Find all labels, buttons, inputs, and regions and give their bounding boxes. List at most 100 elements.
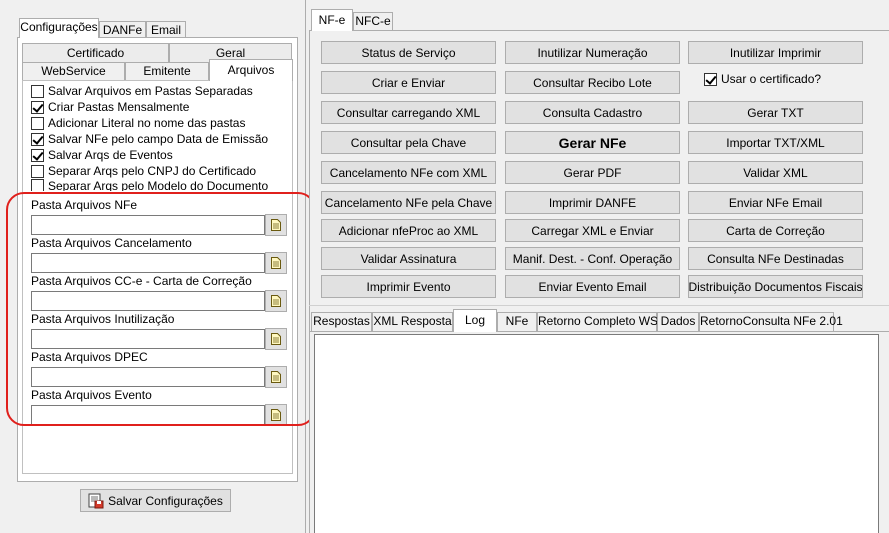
- importar-txt-xml-button[interactable]: Importar TXT/XML: [688, 131, 863, 154]
- cancelamento-nfe-chave-button[interactable]: Cancelamento NFe pela Chave: [321, 191, 496, 214]
- imprimir-evento-button[interactable]: Imprimir Evento: [321, 275, 496, 298]
- checkbox[interactable]: [31, 116, 44, 130]
- save-icon: [88, 493, 104, 508]
- button-label: Consultar carregando XML: [336, 105, 481, 120]
- folder-input-cce[interactable]: [31, 291, 265, 311]
- checkbox-label: Salvar NFe pelo campo Data de Emissão: [48, 132, 269, 146]
- tab-label: Log: [464, 313, 486, 327]
- consultar-carregando-xml-button[interactable]: Consultar carregando XML: [321, 101, 496, 124]
- checkbox-row-cnpj-certificado[interactable]: Separar Arqs pelo CNPJ do Certificado: [31, 163, 256, 179]
- button-label: Distribuição Documentos Fiscais: [688, 279, 863, 294]
- tab-label: Configurações: [20, 20, 98, 34]
- checkbox[interactable]: [31, 84, 44, 98]
- checkbox-row-literal-nome[interactable]: Adicionar Literal no nome das pastas: [31, 115, 245, 131]
- button-label: Gerar NFe: [558, 134, 627, 151]
- enviar-nfe-email-button[interactable]: Enviar NFe Email: [688, 191, 863, 214]
- criar-enviar-button[interactable]: Criar e Enviar: [321, 71, 496, 94]
- validar-xml-button[interactable]: Validar XML: [688, 161, 863, 184]
- tab-label: Geral: [215, 46, 246, 60]
- distribuicao-documentos-button[interactable]: Distribuição Documentos Fiscais: [688, 275, 863, 298]
- checkbox[interactable]: [31, 179, 44, 191]
- button-label: Carregar XML e Enviar: [531, 223, 654, 238]
- button-label: Enviar NFe Email: [728, 195, 823, 210]
- browse-button-cce[interactable]: [265, 290, 287, 312]
- tab-respostas[interactable]: Respostas: [311, 312, 372, 331]
- checkbox[interactable]: [31, 164, 44, 178]
- checkbox-label: Separar Arqs pelo CNPJ do Certificado: [48, 164, 257, 178]
- carregar-xml-enviar-button[interactable]: Carregar XML e Enviar: [505, 219, 680, 242]
- gerar-pdf-button[interactable]: Gerar PDF: [505, 161, 680, 184]
- checkbox[interactable]: [704, 72, 717, 86]
- button-label: Status de Serviço: [361, 45, 456, 60]
- gerar-txt-button[interactable]: Gerar TXT: [688, 101, 863, 124]
- folder-input-cancelamento[interactable]: [31, 253, 265, 273]
- inutilizar-imprimir-button[interactable]: Inutilizar Imprimir: [688, 41, 863, 64]
- tab-retorno-consulta[interactable]: RetornoConsulta NFe 2.01: [699, 312, 843, 331]
- checkbox-label: Salvar Arqs de Eventos: [48, 148, 173, 162]
- browse-button-nfe[interactable]: [265, 214, 287, 236]
- button-label: Consultar Recibo Lote: [533, 75, 652, 90]
- button-label: Consultar pela Chave: [350, 135, 467, 150]
- checkbox-row-data-emissao[interactable]: Salvar NFe pelo campo Data de Emissão: [31, 131, 268, 147]
- cancelamento-nfe-xml-button[interactable]: Cancelamento NFe com XML: [321, 161, 496, 184]
- manif-dest-button[interactable]: Manif. Dest. - Conf. Operação: [505, 247, 680, 270]
- save-configurations-button[interactable]: Salvar Configurações: [80, 489, 231, 512]
- checkbox[interactable]: [31, 132, 44, 146]
- browse-button-cancelamento[interactable]: [265, 252, 287, 274]
- tab-label: NFC-e: [355, 14, 391, 28]
- tab-nfce[interactable]: NFC-e: [353, 12, 393, 31]
- consulta-nfe-destinadas-button[interactable]: Consulta NFe Destinadas: [688, 247, 863, 270]
- subtab-emitente[interactable]: Emitente: [125, 62, 209, 80]
- tab-nfe[interactable]: NF-e: [311, 9, 353, 31]
- usar-certificado-checkbox-row[interactable]: Usar o certificado?: [704, 71, 821, 87]
- document-icon: [271, 257, 281, 269]
- tab-configuracoes[interactable]: Configurações: [19, 18, 99, 38]
- status-servico-button[interactable]: Status de Serviço: [321, 41, 496, 64]
- adicionar-nfeproc-button[interactable]: Adicionar nfeProc ao XML: [321, 219, 496, 242]
- tab-label: NFe: [505, 314, 529, 328]
- tab-label: RetornoConsulta NFe 2.01: [700, 314, 843, 328]
- validar-assinatura-button[interactable]: Validar Assinatura: [321, 247, 496, 270]
- button-label: Consulta NFe Destinadas: [707, 251, 844, 266]
- button-label: Manif. Dest. - Conf. Operação: [512, 251, 673, 266]
- log-textarea[interactable]: [314, 334, 879, 533]
- subtab-arquivos[interactable]: Arquivos: [209, 59, 293, 81]
- tab-label: XML Resposta: [373, 314, 452, 328]
- browse-button-evento[interactable]: [265, 404, 287, 426]
- checkbox-row-modelo-documento[interactable]: Separar Arqs pelo Modelo do Documento: [31, 179, 268, 191]
- tab-danfe[interactable]: DANFe: [99, 21, 146, 38]
- inutilizar-numeracao-button[interactable]: Inutilizar Numeração: [505, 41, 680, 64]
- checkbox-row-pastas-separadas[interactable]: Salvar Arquivos em Pastas Separadas: [31, 83, 253, 99]
- button-label: Gerar TXT: [747, 105, 804, 120]
- button-label: Inutilizar Numeração: [537, 45, 648, 60]
- enviar-evento-email-button[interactable]: Enviar Evento Email: [505, 275, 680, 298]
- folder-input-dpec[interactable]: [31, 367, 265, 387]
- tab-xml-resposta[interactable]: XML Resposta: [372, 312, 453, 331]
- consultar-pela-chave-button[interactable]: Consultar pela Chave: [321, 131, 496, 154]
- browse-button-dpec[interactable]: [265, 366, 287, 388]
- tab-dados[interactable]: Dados: [657, 312, 699, 331]
- button-label: Validar XML: [743, 165, 808, 180]
- checkbox-label: Separar Arqs pelo Modelo do Documento: [48, 179, 269, 191]
- checkbox-row-arqs-eventos[interactable]: Salvar Arqs de Eventos: [31, 147, 173, 163]
- gerar-nfe-button[interactable]: Gerar NFe: [505, 131, 680, 154]
- tab-label: Certificado: [66, 46, 125, 60]
- consultar-recibo-lote-button[interactable]: Consultar Recibo Lote: [505, 71, 680, 94]
- carta-correcao-button[interactable]: Carta de Correção: [688, 219, 863, 242]
- checkbox[interactable]: [31, 100, 44, 114]
- subtab-certificado[interactable]: Certificado: [22, 43, 169, 62]
- consulta-cadastro-button[interactable]: Consulta Cadastro: [505, 101, 680, 124]
- tab-retorno-completo[interactable]: Retorno Completo WS: [537, 312, 658, 331]
- checkbox-row-pastas-mensalmente[interactable]: Criar Pastas Mensalmente: [31, 99, 189, 115]
- tab-log[interactable]: Log: [453, 309, 497, 332]
- subtab-webservice[interactable]: WebService: [22, 62, 125, 80]
- tab-nfe-bottom[interactable]: NFe: [497, 312, 537, 331]
- folder-input-evento[interactable]: [31, 405, 265, 425]
- folder-input-nfe[interactable]: [31, 215, 265, 235]
- button-label: Enviar Evento Email: [538, 279, 647, 294]
- imprimir-danfe-button[interactable]: Imprimir DANFE: [505, 191, 680, 214]
- tab-email[interactable]: Email: [146, 21, 186, 38]
- checkbox[interactable]: [31, 148, 44, 162]
- folder-input-inutilizacao[interactable]: [31, 329, 265, 349]
- browse-button-inutilizacao[interactable]: [265, 328, 287, 350]
